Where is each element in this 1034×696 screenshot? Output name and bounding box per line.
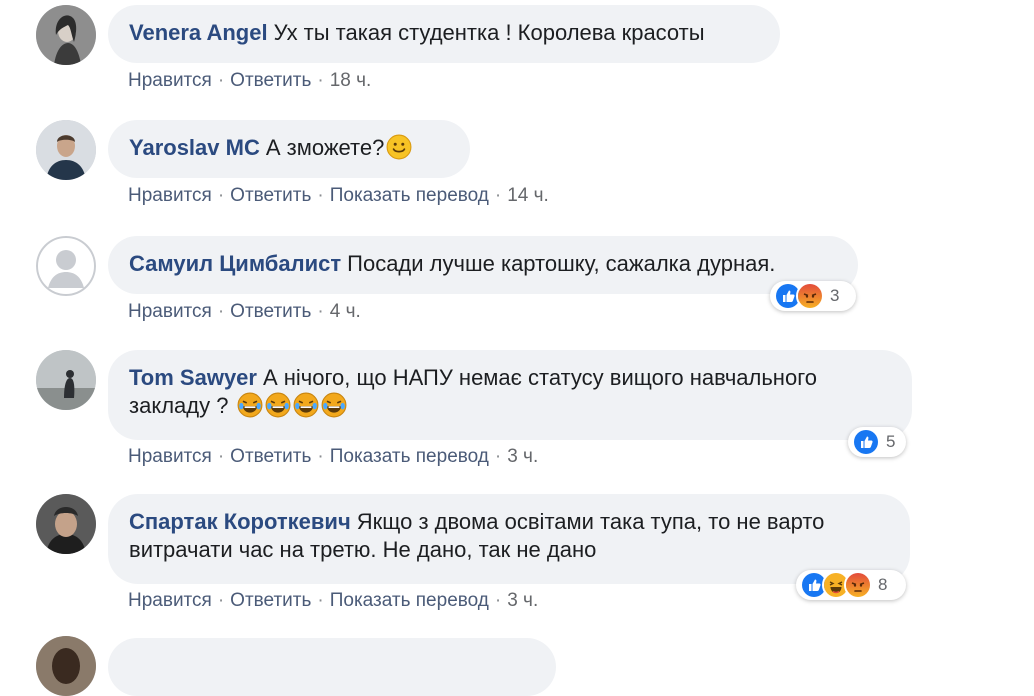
comment-bubble: Самуил Цимбалист Посади лучше картошку, с… bbox=[108, 236, 858, 294]
reaction-count: 8 bbox=[878, 575, 888, 594]
reply-link[interactable]: Ответить bbox=[230, 590, 311, 611]
reply-link[interactable]: Ответить bbox=[230, 185, 311, 206]
comment-bubble: Tom Sawyer А нічого, що НАПУ немає статус… bbox=[108, 350, 912, 440]
like-link[interactable]: Нравится bbox=[128, 301, 212, 322]
separator: · bbox=[317, 185, 324, 206]
comment-text: Посади лучше картошку, сажалка дурная. bbox=[347, 251, 776, 276]
translate-link[interactable]: Показать перевод bbox=[330, 590, 489, 611]
reaction-summary[interactable]: 5 bbox=[848, 427, 906, 457]
reply-link[interactable]: Ответить bbox=[230, 70, 311, 91]
comment-text: А зможете? bbox=[265, 135, 385, 160]
separator: · bbox=[317, 446, 324, 467]
like-link[interactable]: Нравится bbox=[128, 70, 212, 91]
separator: · bbox=[217, 301, 225, 322]
separator: · bbox=[317, 301, 324, 322]
comment-author[interactable]: Tom Sawyer bbox=[129, 365, 257, 390]
reaction-count: 5 bbox=[886, 432, 896, 451]
reply-link[interactable]: Ответить bbox=[230, 446, 311, 467]
laughing-emoji-icon bbox=[265, 392, 291, 418]
separator: · bbox=[494, 185, 502, 206]
laughing-emoji-icon bbox=[293, 392, 319, 418]
comment-bubble: Venera Angel Ух ты такая студентка ! Коро… bbox=[108, 5, 780, 63]
avatar[interactable] bbox=[36, 5, 96, 65]
timestamp[interactable]: 3 ч. bbox=[507, 446, 538, 467]
reaction-count: 3 bbox=[830, 286, 840, 305]
like-link[interactable]: Нравится bbox=[128, 446, 212, 467]
timestamp[interactable]: 14 ч. bbox=[507, 185, 549, 206]
comment-actions: Нравится · Ответить · Показать перевод · 14 ч. bbox=[128, 185, 549, 207]
timestamp[interactable]: 4 ч. bbox=[330, 301, 361, 322]
laughing-emoji-icon bbox=[237, 392, 263, 418]
comment-actions: Нравится · Ответить · Показать перевод · 3 ч. bbox=[128, 446, 538, 468]
comment-actions: Нравится · Ответить · 18 ч. bbox=[128, 70, 371, 92]
reaction-summary[interactable]: 3 bbox=[770, 281, 856, 311]
separator: · bbox=[494, 590, 502, 611]
laughing-emoji-icon bbox=[321, 392, 347, 418]
avatar[interactable] bbox=[36, 350, 96, 410]
avatar[interactable] bbox=[36, 120, 96, 180]
reaction-summary[interactable]: 8 bbox=[796, 570, 906, 600]
like-link[interactable]: Нравится bbox=[128, 590, 212, 611]
comment-actions: Нравится · Ответить · Показать перевод · 3 ч. bbox=[128, 590, 538, 612]
comment-author[interactable]: Yaroslav MC bbox=[129, 135, 260, 160]
avatar[interactable] bbox=[36, 236, 96, 296]
separator: · bbox=[494, 446, 502, 467]
comment-bubble: Yaroslav MC А зможете? bbox=[108, 120, 470, 178]
like-reaction-icon bbox=[852, 428, 880, 456]
comment-text: Ух ты такая студентка ! Королева красоты bbox=[273, 20, 705, 45]
reply-link[interactable]: Ответить bbox=[230, 301, 311, 322]
like-link[interactable]: Нравится bbox=[128, 185, 212, 206]
timestamp[interactable]: 3 ч. bbox=[507, 590, 538, 611]
angry-reaction-icon bbox=[844, 571, 872, 599]
timestamp[interactable]: 18 ч. bbox=[330, 70, 372, 91]
separator: · bbox=[217, 70, 225, 91]
translate-link[interactable]: Показать перевод bbox=[330, 185, 489, 206]
translate-link[interactable]: Показать перевод bbox=[330, 446, 489, 467]
avatar[interactable] bbox=[36, 494, 96, 554]
separator: · bbox=[217, 590, 225, 611]
separator: · bbox=[217, 446, 225, 467]
avatar[interactable] bbox=[36, 636, 96, 696]
comment-actions: Нравится · Ответить · 4 ч. bbox=[128, 301, 361, 323]
comment-bubble: Спартак Короткевич Якщо з двома освітами … bbox=[108, 494, 910, 584]
comment-bubble bbox=[108, 638, 556, 696]
comment-author[interactable]: Самуил Цимбалист bbox=[129, 251, 341, 276]
angry-reaction-icon bbox=[796, 282, 824, 310]
comment-author[interactable]: Спартак Короткевич bbox=[129, 509, 351, 534]
comment-author[interactable]: Venera Angel bbox=[129, 20, 268, 45]
separator: · bbox=[317, 590, 324, 611]
separator: · bbox=[317, 70, 324, 91]
smile-emoji-icon bbox=[386, 134, 412, 160]
separator: · bbox=[217, 185, 225, 206]
